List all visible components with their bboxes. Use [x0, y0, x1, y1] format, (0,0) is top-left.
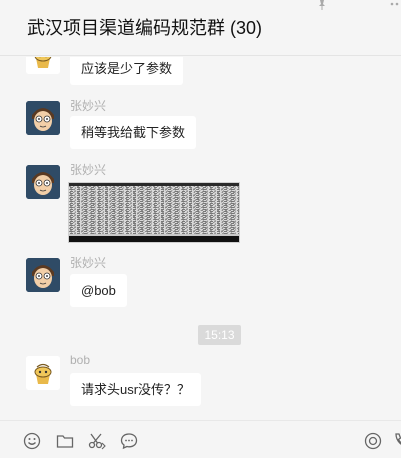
user-avatar-icon: [26, 101, 60, 135]
message-bubble[interactable]: 稍等我给截下参数: [70, 116, 197, 149]
avatar[interactable]: [26, 101, 60, 135]
bob-avatar-icon: [26, 356, 60, 390]
avatar[interactable]: [26, 165, 60, 199]
phone-icon[interactable]: [393, 431, 401, 451]
scissors-icon[interactable]: [87, 431, 107, 451]
pin-icon[interactable]: [316, 0, 328, 10]
screenshot-thumbnail: [69, 183, 239, 242]
message-bubble[interactable]: 应该是少了参数: [70, 57, 184, 85]
chat-bubble-icon[interactable]: [119, 431, 139, 451]
avatar[interactable]: [26, 57, 60, 74]
screen-record-icon[interactable]: [363, 431, 383, 451]
image-message[interactable]: [68, 182, 240, 243]
input-toolbar: [0, 420, 401, 458]
avatar[interactable]: [26, 258, 60, 292]
sender-name: 张妙兴: [70, 256, 107, 270]
folder-icon[interactable]: [55, 431, 75, 451]
message-bubble[interactable]: 请求头usr没传？？: [70, 373, 202, 406]
bob-avatar-icon: [26, 57, 60, 74]
more-icon[interactable]: [389, 0, 401, 10]
message-list[interactable]: 应该是少了参数 张妙兴 稍等我给截下参数 张妙兴 张妙兴 @bob 15:13 …: [0, 57, 401, 420]
message-bubble[interactable]: @bob: [70, 274, 127, 307]
group-title: 武汉项目渠道编码规范群 (30): [27, 18, 263, 38]
user-avatar-icon: [26, 258, 60, 292]
emoji-icon[interactable]: [22, 431, 42, 451]
sender-name: bob: [70, 353, 91, 367]
time-divider: 15:13: [198, 325, 241, 345]
avatar[interactable]: [26, 356, 60, 390]
chat-header: 武汉项目渠道编码规范群 (30): [0, 0, 401, 56]
sender-name: 张妙兴: [70, 99, 107, 113]
user-avatar-icon: [26, 165, 60, 199]
sender-name: 张妙兴: [70, 163, 107, 177]
